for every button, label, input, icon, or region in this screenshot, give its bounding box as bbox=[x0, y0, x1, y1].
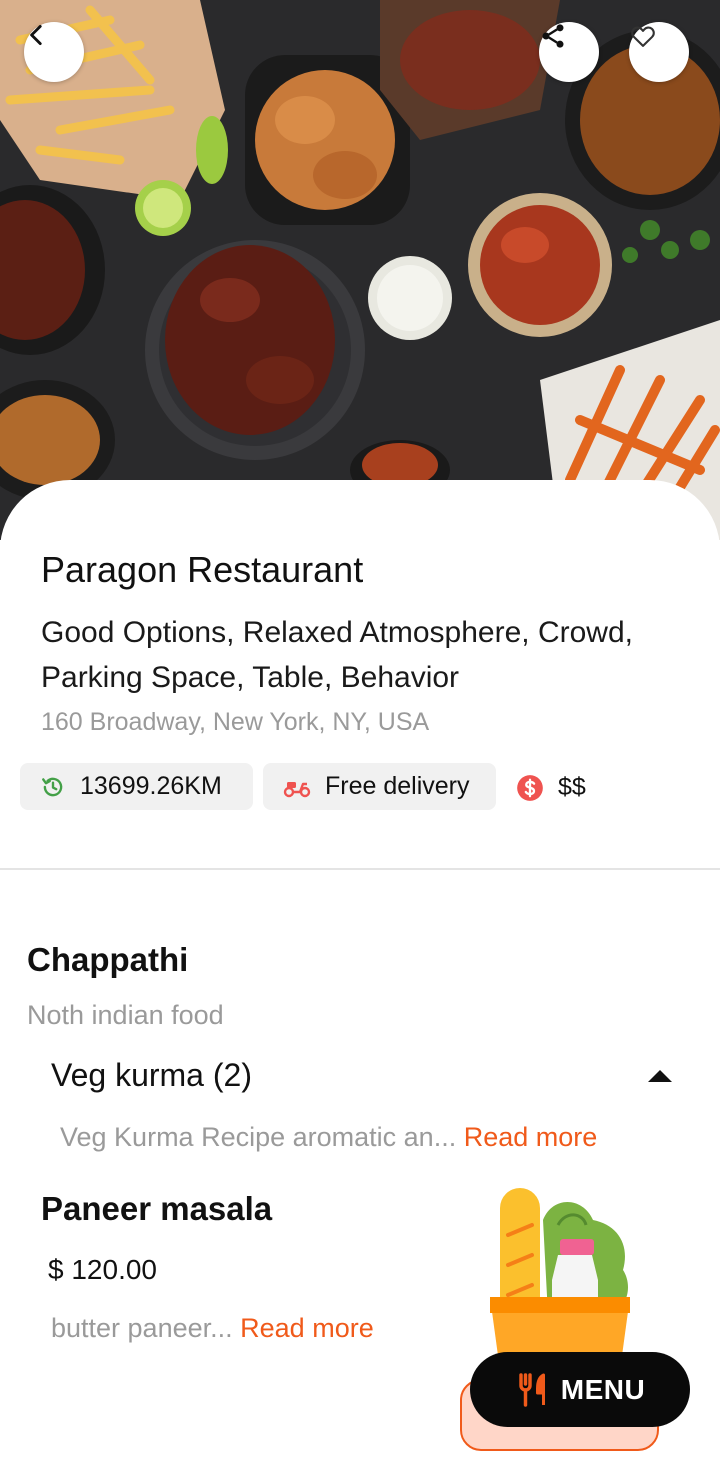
menu-button[interactable]: MENU bbox=[470, 1352, 690, 1427]
dish-description-text: butter paneer... bbox=[51, 1313, 233, 1343]
read-more-link[interactable]: Read more bbox=[464, 1122, 598, 1152]
delivery-label: Free delivery bbox=[325, 772, 470, 800]
menu-group-toggle[interactable]: Veg kurma (2) bbox=[51, 1057, 252, 1094]
chevron-left-icon bbox=[30, 24, 42, 46]
dish-read-more-link[interactable]: Read more bbox=[240, 1313, 374, 1343]
menu-item-description-text: Veg Kurma Recipe aromatic an... bbox=[60, 1122, 457, 1152]
menu-button-label: MENU bbox=[560, 1373, 646, 1405]
caret-up-icon[interactable] bbox=[644, 1066, 676, 1086]
dish-description: butter paneer... Read more bbox=[51, 1313, 374, 1344]
dollar-coin-icon bbox=[516, 774, 544, 802]
price-level-value: $$ bbox=[558, 773, 586, 801]
dish-name: Paneer masala bbox=[41, 1190, 273, 1227]
scooter-icon bbox=[283, 775, 311, 799]
restaurant-name: Paragon Restaurant bbox=[41, 549, 364, 590]
restaurant-hero-image bbox=[0, 0, 720, 540]
distance-chip: 13699.26KM bbox=[20, 763, 253, 810]
share-icon bbox=[542, 24, 564, 48]
restaurant-tags: Good Options, Relaxed Atmosphere, Crowd,… bbox=[41, 616, 633, 694]
category-subtitle: Noth indian food bbox=[27, 1000, 224, 1030]
section-divider bbox=[0, 868, 720, 870]
favorite-button[interactable] bbox=[629, 22, 689, 82]
fork-knife-icon bbox=[515, 1372, 551, 1408]
distance-value: 13699.26KM bbox=[80, 772, 222, 800]
heart-outline-icon bbox=[631, 26, 655, 47]
price-level: $$ bbox=[516, 773, 586, 802]
dish-price: $ 120.00 bbox=[48, 1254, 157, 1285]
food-photo bbox=[0, 0, 720, 540]
delivery-chip: Free delivery bbox=[263, 763, 496, 810]
restaurant-address: 160 Broadway, New York, NY, USA bbox=[41, 708, 430, 736]
menu-item-description: Veg Kurma Recipe aromatic an... Read mor… bbox=[60, 1122, 597, 1153]
share-button[interactable] bbox=[539, 22, 599, 82]
category-title: Chappathi bbox=[27, 941, 189, 978]
back-button[interactable] bbox=[24, 22, 84, 82]
history-clock-icon bbox=[40, 774, 66, 800]
